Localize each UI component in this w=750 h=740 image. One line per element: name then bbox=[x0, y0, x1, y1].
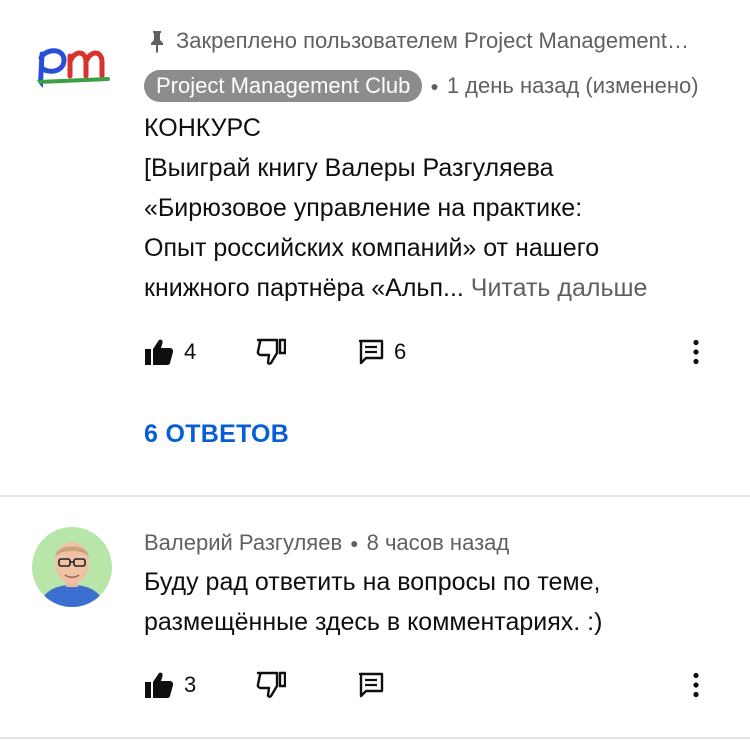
comment-line: «Бирюзовое управление на практике: bbox=[144, 194, 583, 222]
pinned-comment: pm Закреплено пользователем Project Mana… bbox=[0, 0, 750, 496]
channel-avatar-pm-logo[interactable]: pm bbox=[34, 36, 114, 100]
comment-time: 8 часов назад bbox=[366, 530, 510, 555]
dislike-button[interactable] bbox=[256, 338, 358, 366]
avatar-photo bbox=[32, 527, 112, 607]
comment-icon bbox=[358, 339, 384, 365]
more-actions-button[interactable] bbox=[680, 336, 712, 368]
thumb-down-outline-icon bbox=[256, 338, 286, 365]
author-name[interactable]: Project Management Club bbox=[144, 70, 423, 102]
comment-actions: 3 bbox=[144, 665, 734, 705]
more-vertical-icon bbox=[693, 339, 699, 365]
separator-dot: ● bbox=[350, 535, 359, 551]
comment-line: размещённые здесь в комментариях. :) bbox=[144, 608, 603, 636]
like-count: 4 bbox=[184, 339, 197, 364]
thumb-up-filled-icon bbox=[145, 672, 174, 698]
more-actions-button[interactable] bbox=[680, 669, 712, 701]
comment: Валерий Разгуляев ● 8 часов назад Буду р… bbox=[0, 497, 750, 739]
like-button[interactable]: 4 bbox=[144, 338, 256, 366]
comment-line: книжного партнёра «Альп... bbox=[144, 274, 464, 302]
user-avatar[interactable] bbox=[32, 527, 112, 607]
read-more-link[interactable]: Читать дальше bbox=[471, 274, 648, 302]
author-name[interactable]: Валерий Разгуляев bbox=[144, 530, 342, 556]
comment-body: КОНКУРС [Выиграй книгу Валеры Разгуляева… bbox=[144, 108, 734, 308]
reply-count: 6 bbox=[394, 339, 407, 364]
comment-icon bbox=[358, 672, 384, 698]
comment-body: Буду рад ответить на вопросы по теме, ра… bbox=[144, 562, 602, 642]
like-count: 3 bbox=[184, 672, 197, 697]
pin-icon bbox=[151, 31, 163, 53]
reply-button[interactable]: 6 bbox=[358, 339, 406, 365]
comment-line: [Выиграй книгу Валеры Разгуляева bbox=[144, 154, 554, 182]
comment-line: Опыт российских компаний» от нашего bbox=[144, 234, 600, 262]
comment-meta: Project Management Club ● 1 день назад (… bbox=[144, 70, 699, 102]
comment-line-last: книжного партнёра «Альп... Читать дальше bbox=[144, 268, 734, 308]
avatar-text: pm bbox=[34, 36, 36, 37]
separator-dot: ● bbox=[430, 78, 439, 94]
pinned-label: Закреплено пользователем Project Managem… bbox=[146, 26, 689, 56]
comment-line: КОНКУРС bbox=[144, 114, 261, 142]
comment-meta: Валерий Разгуляев ● 8 часов назад bbox=[144, 528, 509, 558]
comment-line: Буду рад ответить на вопросы по теме, bbox=[144, 568, 601, 596]
comment-actions: 4 6 bbox=[144, 332, 734, 372]
like-button[interactable]: 3 bbox=[144, 671, 256, 699]
more-vertical-icon bbox=[693, 672, 699, 698]
comment-divider bbox=[0, 737, 750, 739]
pinned-text: Закреплено пользователем Project Managem… bbox=[176, 28, 689, 53]
reply-button[interactable] bbox=[358, 672, 384, 698]
thumb-down-outline-icon bbox=[256, 671, 286, 698]
thumb-up-filled-icon bbox=[145, 339, 174, 365]
dislike-button[interactable] bbox=[256, 671, 358, 699]
comment-time: 1 день назад (изменено) bbox=[446, 73, 699, 98]
view-replies-link[interactable]: 6 ОТВЕТОВ bbox=[144, 420, 289, 449]
